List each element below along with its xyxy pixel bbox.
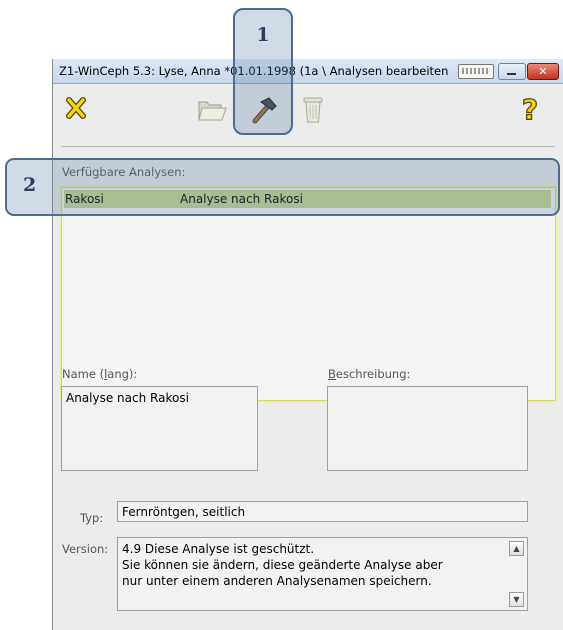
description-field[interactable] <box>327 386 528 471</box>
svg-text:?: ? <box>522 94 538 124</box>
scroll-down-icon[interactable]: ▼ <box>509 592 524 607</box>
type-field[interactable]: Fernröntgen, seitlich <box>117 501 528 522</box>
version-label: Version: <box>62 542 109 556</box>
callout-number-1: 1 <box>256 24 270 46</box>
minimize-button[interactable] <box>498 63 526 80</box>
title-bar[interactable]: Z1-WinCeph 5.3: Lyse, Anna *01.01.1998 (… <box>53 59 563 84</box>
analysis-editor-window: Z1-WinCeph 5.3: Lyse, Anna *01.01.1998 (… <box>52 59 563 630</box>
help-question-icon[interactable]: ? <box>515 92 545 126</box>
type-value: Fernröntgen, seitlich <box>122 505 246 519</box>
name-label: Name (lang): <box>62 367 138 381</box>
cancel-x-icon[interactable] <box>61 94 91 122</box>
type-label: Typ: <box>80 511 104 525</box>
callout-1: 1 <box>233 8 293 135</box>
toolbar-separator <box>61 146 555 147</box>
description-label: Beschreibung: <box>328 367 411 381</box>
keyboard-icon[interactable] <box>458 64 494 79</box>
close-button[interactable]: ✕ <box>527 63 559 80</box>
version-text: 4.9 Diese Analyse ist geschützt. Sie kön… <box>122 542 443 588</box>
scroll-up-icon[interactable]: ▲ <box>509 541 524 556</box>
toolbar: ? <box>53 84 563 144</box>
folder-open-icon[interactable] <box>194 92 230 126</box>
version-field[interactable]: 4.9 Diese Analyse ist geschützt. Sie kön… <box>117 537 528 611</box>
name-field[interactable]: Analyse nach Rakosi <box>61 386 258 471</box>
trash-can-icon[interactable] <box>299 92 327 126</box>
name-value: Analyse nach Rakosi <box>66 391 189 405</box>
callout-2: 2 <box>5 158 560 216</box>
callout-number-2: 2 <box>23 174 37 196</box>
